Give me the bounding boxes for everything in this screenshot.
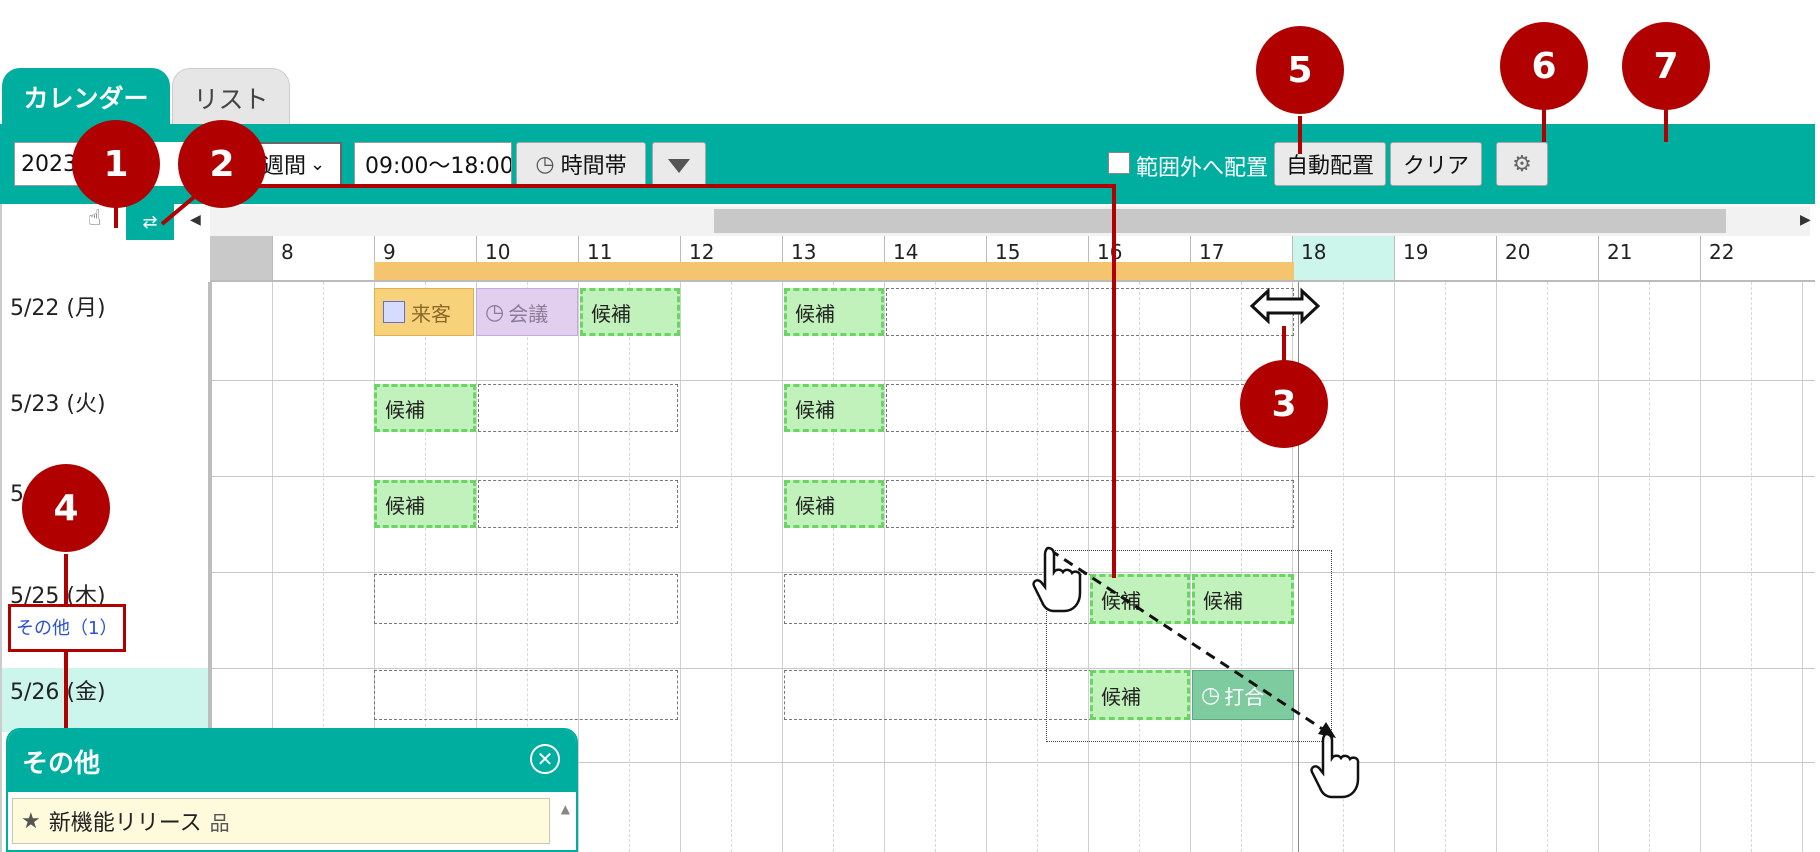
annotation-marker-5: 5 [1256, 26, 1344, 114]
hand-pointer-icon [1032, 546, 1082, 613]
star-icon: ★ [21, 808, 41, 834]
annotation-overlay [1032, 287, 1360, 799]
hand-pointer-icon [1310, 732, 1360, 799]
popup-item[interactable]: ★ 新機能リリース 品 [12, 798, 550, 844]
annotation-marker-7: 7 [1622, 22, 1710, 110]
marker-2-vertical-line [1112, 184, 1116, 578]
annotation-marker-6: 6 [1500, 22, 1588, 110]
close-icon[interactable]: ✕ [530, 744, 560, 774]
annotation-marker-4: 4 [22, 464, 110, 552]
other-popup: その他 ✕ ★ 新機能リリース 品 ▲ [6, 728, 578, 852]
scroll-up-icon[interactable]: ▲ [561, 802, 570, 816]
marker-5-line [1298, 116, 1302, 154]
popup-item-label: 新機能リリース [48, 811, 202, 836]
org-chart-icon: 品 [209, 810, 230, 835]
popup-title: その他 [22, 748, 101, 779]
annotation-marker-3: 3 [1240, 360, 1328, 448]
marker-4-line-top [64, 554, 68, 606]
marker-4-line-bottom [64, 652, 68, 730]
annotation-marker-2: 2 [178, 120, 266, 208]
marker-7-line [1664, 108, 1668, 142]
resize-handle-icon [1249, 287, 1321, 325]
scheduler-screen: カレンダー リスト 2023 1週間 ⌄ 09:00～18:00 ◷ 時間帯 範囲… [0, 0, 1820, 852]
marker-2-horizontal-line [222, 184, 1116, 188]
annotation-marker-1: 1 [72, 120, 160, 208]
drag-path-arrow [1049, 548, 1331, 736]
marker-6-line [1542, 108, 1546, 142]
popup-header: その他 ✕ [8, 730, 576, 792]
